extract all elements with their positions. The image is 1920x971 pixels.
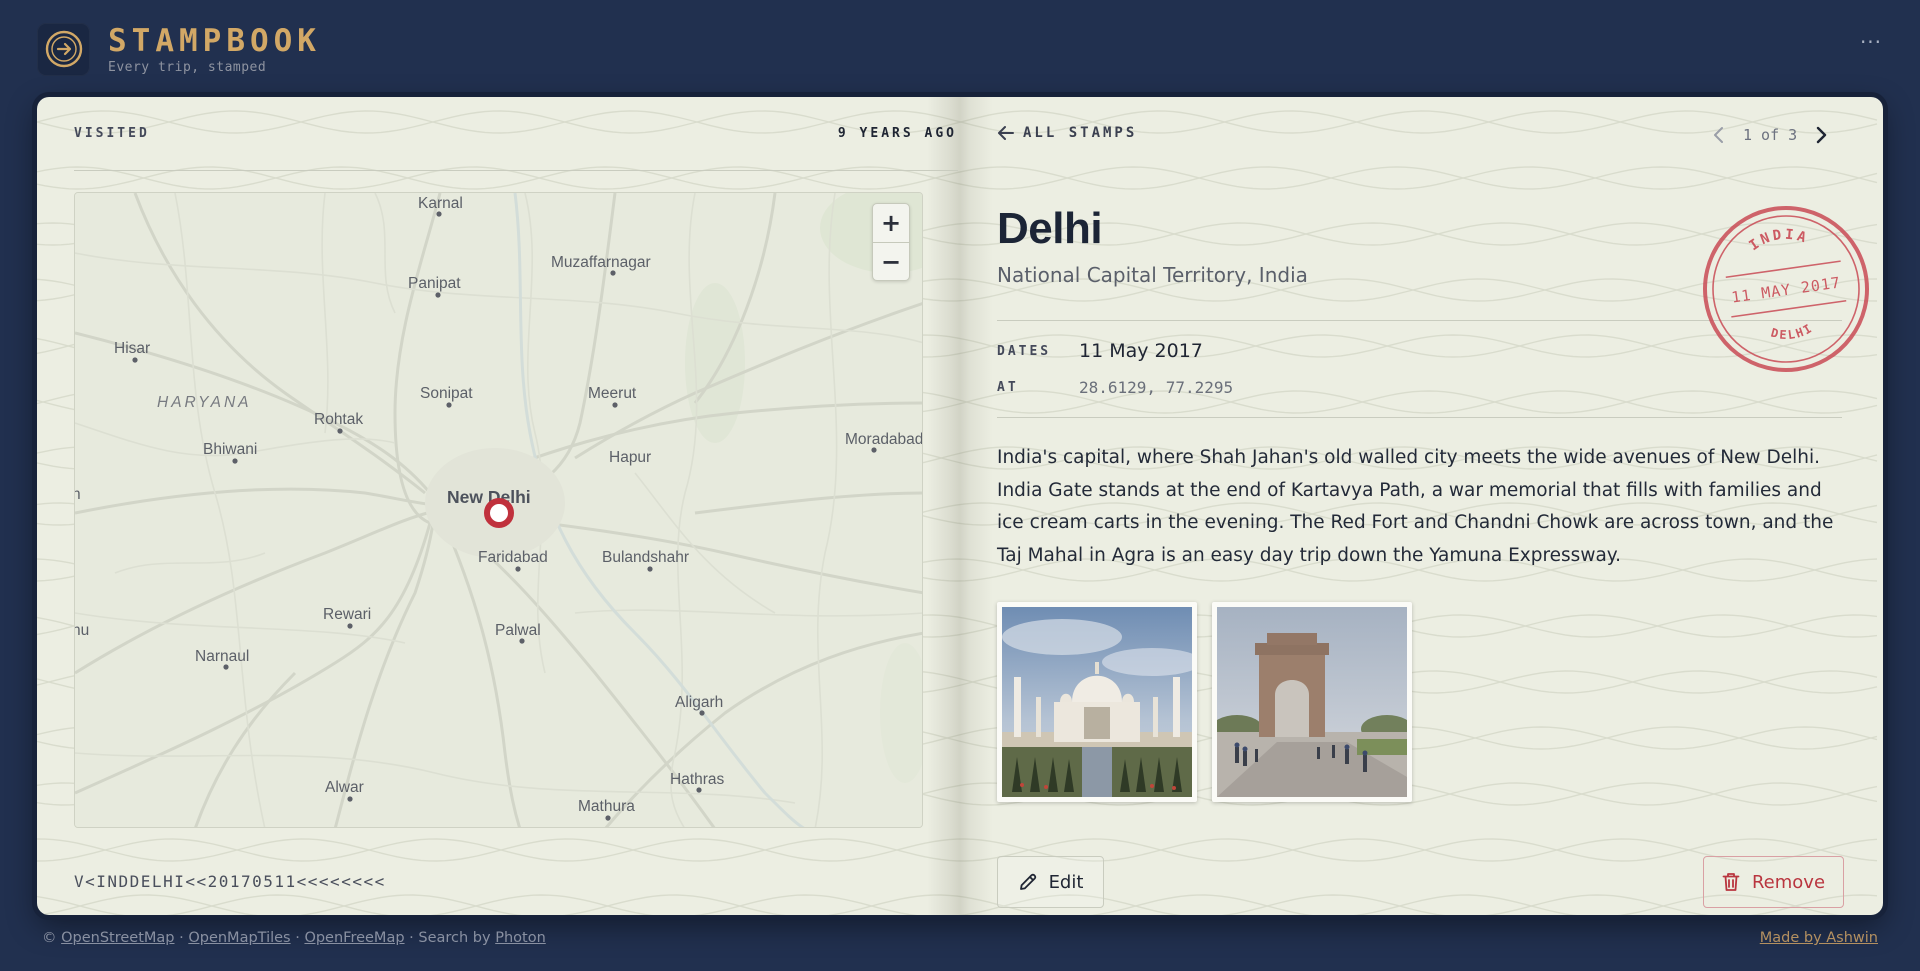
more-icon: ··· [1859, 30, 1883, 54]
photo-thumbnail-india-gate[interactable] [1212, 602, 1412, 802]
location-marker[interactable] [482, 496, 516, 530]
map-city-label: Muzaffarnagar [551, 254, 651, 271]
openmaptiles-link[interactable]: OpenMapTiles [188, 930, 290, 946]
map-city-label: nu [75, 622, 90, 639]
map-city-label: Bulandshahr [602, 549, 690, 566]
map-city-label: Moradabad [845, 431, 923, 448]
all-stamps-label: ALL STAMPS [1023, 125, 1138, 141]
passport-book: VISITED 9 YEARS AGO Karnal Muzaffarnagar… [37, 97, 1883, 915]
photo-thumbnail-taj-mahal[interactable] [997, 602, 1197, 802]
dates-label: DATES [997, 344, 1052, 359]
taj-mahal-photo [1002, 607, 1192, 797]
map-city-label: Hathras [670, 771, 725, 788]
place-description: India's capital, where Shah Jahan's old … [997, 447, 1834, 566]
credit: Made by Ashwin [1760, 930, 1878, 946]
map-city-label: Karnal [418, 195, 463, 212]
photon-link[interactable]: Photon [495, 930, 546, 946]
map-city-label: Alwar [325, 779, 364, 796]
zoom-control: + − [872, 203, 910, 281]
chevron-left-icon [1714, 127, 1723, 143]
map-city-label: Panipat [408, 275, 461, 292]
place-region: National Capital Territory, India [997, 263, 1308, 287]
app-logo[interactable] [37, 22, 90, 76]
dates-value: 11 May 2017 [1079, 340, 1203, 362]
next-stamp-button[interactable] [1809, 123, 1833, 147]
openstreetmap-link[interactable]: OpenStreetMap [61, 930, 174, 946]
right-page: ALL STAMPS 1 of 3 Delhi National Capital… [957, 97, 1883, 915]
copyright-symbol: © [42, 930, 57, 946]
pencil-icon [1019, 873, 1036, 890]
made-by-link[interactable]: Made by Ashwin [1760, 930, 1878, 946]
app-tagline: Every trip, stamped [108, 59, 267, 75]
visited-label: VISITED [74, 126, 150, 141]
divider [74, 170, 958, 171]
zoom-out-button[interactable]: − [873, 242, 909, 280]
edit-button[interactable]: Edit [997, 856, 1104, 908]
remove-button[interactable]: Remove [1703, 856, 1844, 908]
left-page: VISITED 9 YEARS AGO Karnal Muzaffarnagar… [37, 97, 958, 915]
map-city-label: Rohtak [314, 411, 364, 428]
passport-stamp: INDIA 11 MAY 2017 DELHI [1703, 206, 1869, 372]
previous-stamp-button[interactable] [1707, 123, 1731, 147]
divider [997, 417, 1842, 418]
more-menu-button[interactable]: ··· [1856, 32, 1886, 60]
place-name: Delhi [997, 204, 1103, 253]
map-city-label: Rewari [323, 606, 372, 623]
machine-readable-zone: V<INDDELHI<<20170511<<<<<<<< [74, 872, 386, 891]
search-by-label: · Search by [409, 930, 491, 946]
app-title: STAMPBOOK [108, 22, 321, 59]
visited-ago: 9 YEARS AGO [837, 126, 957, 141]
stamp-pager: 1 of 3 [1707, 123, 1833, 147]
map-city-label: Mathura [578, 798, 635, 815]
map-city-label: n [75, 486, 81, 504]
map-city-label: Bhiwani [203, 441, 258, 458]
chevron-right-icon [1816, 126, 1827, 144]
zoom-in-button[interactable]: + [873, 204, 909, 242]
india-gate-photo [1217, 607, 1407, 797]
map-city-label: Aligarh [675, 694, 724, 711]
edit-label: Edit [1048, 871, 1084, 893]
coordinates-label: AT [997, 380, 1019, 395]
pager-count: 1 of 3 [1743, 126, 1798, 144]
svg-text:DELHI: DELHI [1768, 320, 1817, 345]
map-attribution: © OpenStreetMap · OpenMapTiles · OpenFre… [42, 930, 546, 946]
map-region-label: HARYANA [157, 394, 252, 411]
trash-icon [1722, 873, 1740, 891]
map-city-label: Hisar [114, 340, 151, 357]
svg-text:11 MAY 2017: 11 MAY 2017 [1730, 273, 1842, 306]
openfreemap-link[interactable]: OpenFreeMap [304, 930, 404, 946]
map-city-label: Narnaul [195, 648, 250, 665]
app-header: STAMPBOOK Every trip, stamped [37, 22, 321, 76]
brand: STAMPBOOK Every trip, stamped [108, 24, 321, 75]
map-city-label: Palwal [495, 622, 541, 639]
map[interactable]: Karnal Muzaffarnagar Panipat Hisar Sonipat Me… [74, 192, 923, 828]
map-city-label: Hapur [609, 449, 652, 466]
remove-label: Remove [1751, 871, 1826, 893]
map-city-label: Faridabad [478, 549, 548, 566]
all-stamps-link[interactable]: ALL STAMPS [997, 124, 1137, 142]
arrow-left-icon [998, 126, 1014, 140]
map-city-label: Sonipat [420, 385, 473, 402]
svg-text:INDIA: INDIA [1745, 223, 1813, 255]
coordinates-value: 28.6129, 77.2295 [1079, 378, 1234, 397]
stamp-arrow-icon [45, 30, 82, 68]
map-city-label: Meerut [588, 385, 637, 402]
